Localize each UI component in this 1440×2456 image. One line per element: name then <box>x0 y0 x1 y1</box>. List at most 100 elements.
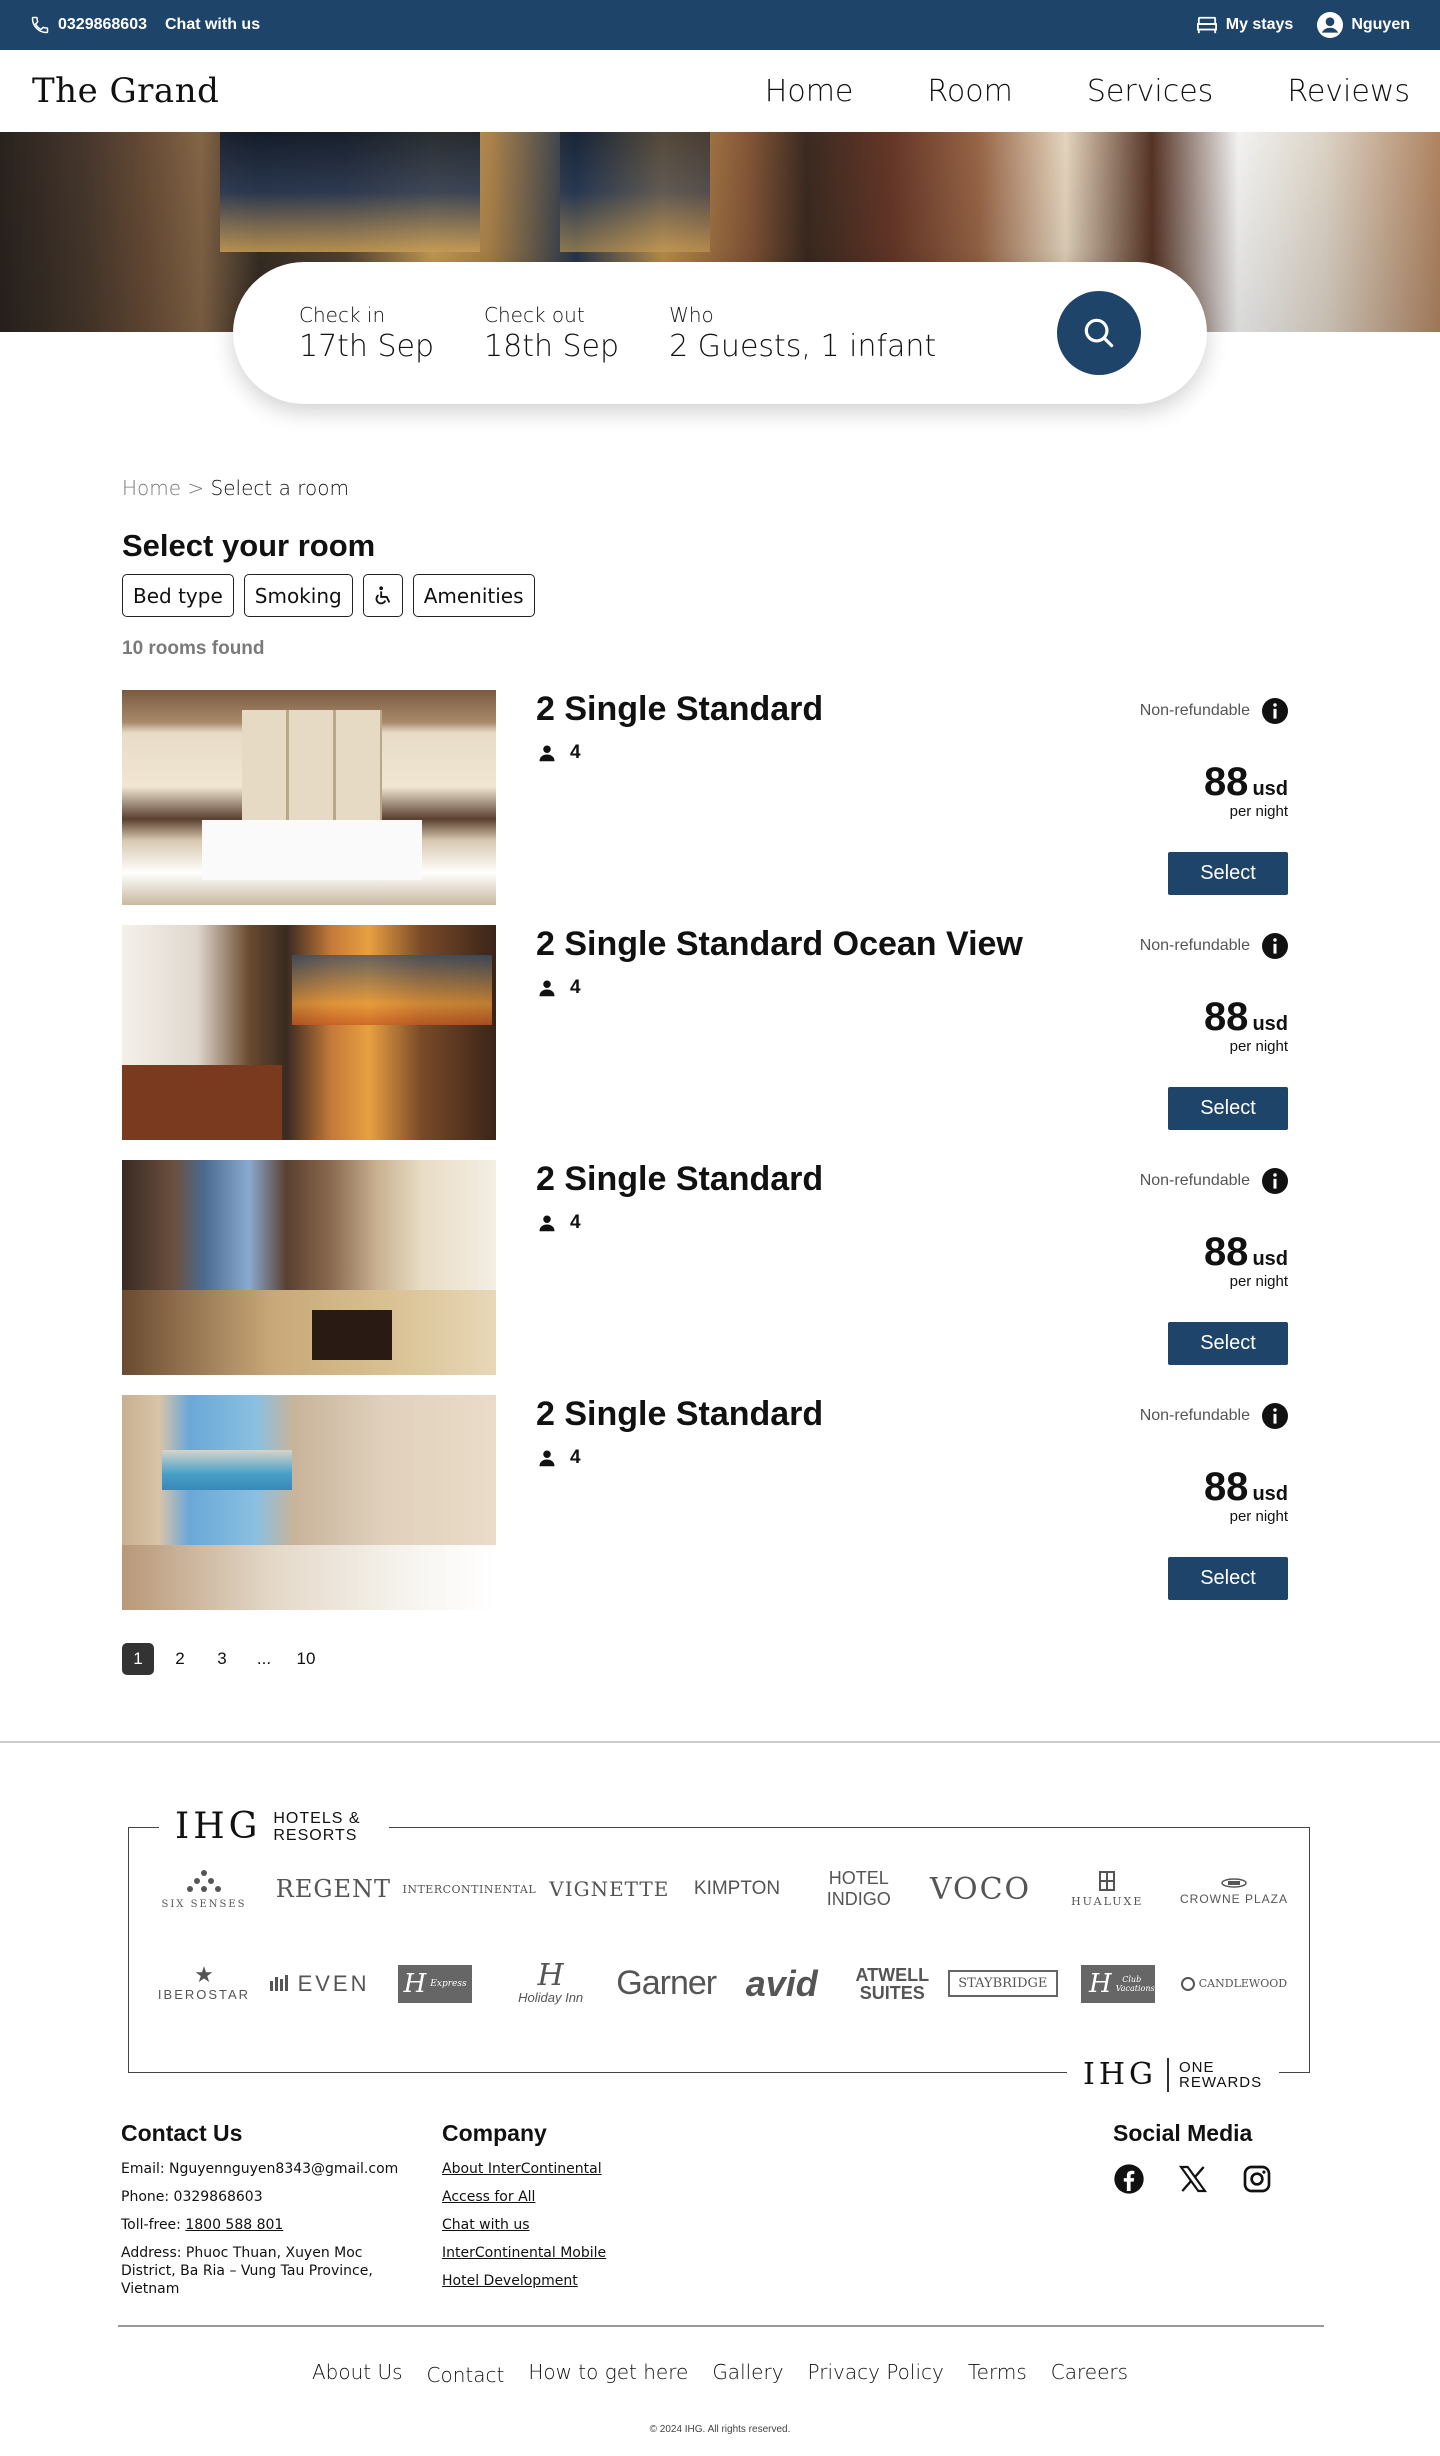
footer-contact-link[interactable]: Contact <box>427 2363 505 2387</box>
page-3[interactable]: 3 <box>206 1643 238 1675</box>
footer-gallery-link[interactable]: Gallery <box>712 2360 783 2387</box>
room-name[interactable]: 2 Single Standard Ocean View <box>536 925 1023 964</box>
company-link[interactable]: InterContinental Mobile <box>442 2239 606 2267</box>
filter-amenities[interactable]: Amenities <box>412 574 535 617</box>
brand-holiday-inn-express[interactable]: H Express <box>380 1964 490 2003</box>
brand-label: CANDLEWOOD <box>1198 1977 1288 1990</box>
brand-label: Club Vacations <box>1115 1974 1155 1993</box>
room-image[interactable] <box>122 925 496 1140</box>
refund-policy-label: Non-refundable <box>1139 1172 1250 1189</box>
company-link[interactable]: Hotel Development <box>442 2267 606 2295</box>
footer-directions-link[interactable]: How to get here <box>528 2360 688 2387</box>
refund-policy-label: Non-refundable <box>1139 1407 1250 1424</box>
brand-hualuxe[interactable]: HUALUXE <box>1052 1870 1162 1908</box>
brand-label: CROWNE PLAZA <box>1179 1891 1288 1906</box>
main-nav: The Grand Home Room Services Reviews <box>0 50 1440 132</box>
info-icon[interactable] <box>1262 1403 1288 1429</box>
room-guests: 4 <box>538 977 581 999</box>
brand-atwell-suites[interactable]: ATWELL SUITES <box>842 1966 942 2002</box>
page-1[interactable]: 1 <box>122 1643 154 1675</box>
select-room-button[interactable]: Select <box>1168 1557 1288 1600</box>
info-icon[interactable] <box>1262 933 1288 959</box>
brand-kimpton[interactable]: KIMPTON <box>682 1878 792 1900</box>
room-name[interactable]: 2 Single Standard <box>536 1395 823 1434</box>
brand-iberostar[interactable]: ★ IBEROSTAR <box>149 1965 259 2003</box>
site-logo[interactable]: The Grand <box>32 71 219 111</box>
one-rewards-icon <box>1167 2057 1169 2092</box>
breadcrumb-current: Select a room <box>210 476 349 500</box>
check-out-field[interactable]: Check out 18th Sep <box>484 303 619 364</box>
room-policy: Non-refundable <box>1140 933 1288 959</box>
footer-about-link[interactable]: About Us <box>312 2360 403 2387</box>
instagram-icon[interactable] <box>1241 2163 1273 2195</box>
info-icon[interactable] <box>1262 698 1288 724</box>
room-price: 88 usd per night <box>1204 760 1288 820</box>
phone-icon <box>31 16 49 34</box>
chat-link[interactable]: Chat with us <box>165 16 260 34</box>
select-room-button[interactable]: Select <box>1168 852 1288 895</box>
filter-accessible[interactable] <box>362 574 403 617</box>
company-link[interactable]: Chat with us <box>442 2211 606 2239</box>
brand-voco[interactable]: VOCO <box>926 1872 1036 1907</box>
brand-even[interactable]: EVEN <box>265 1971 375 1997</box>
nav-home[interactable]: Home <box>765 74 854 109</box>
brand-vignette[interactable]: VIGNETTE <box>549 1877 668 1901</box>
one-rewards-text: ONE REWARDS <box>1179 2058 1263 2091</box>
room-image[interactable] <box>122 1160 496 1375</box>
room-name[interactable]: 2 Single Standard <box>536 1160 823 1199</box>
copyright: © 2024 IHG. All rights reserved. <box>649 2424 791 2435</box>
brand-staybridge[interactable]: STAYBRIDGE <box>947 1970 1058 1997</box>
contact-section: Contact Us Email: Nguyennguyen8343@gmail… <box>121 2120 398 2298</box>
room-image[interactable] <box>122 690 496 905</box>
six-senses-icon <box>187 1869 221 1892</box>
footer-careers-link[interactable]: Careers <box>1051 2360 1128 2387</box>
phone-contact[interactable]: 0329868603 <box>30 15 147 35</box>
my-stays-link[interactable]: My stays <box>1196 15 1293 35</box>
check-in-field[interactable]: Check in 17th Sep <box>299 303 434 364</box>
filter-smoking[interactable]: Smoking <box>243 574 353 617</box>
select-room-button[interactable]: Select <box>1168 1087 1288 1130</box>
brand-avid[interactable]: avid <box>727 1963 837 2005</box>
room-name[interactable]: 2 Single Standard <box>536 690 823 729</box>
footer-terms-link[interactable]: Terms <box>968 2360 1027 2387</box>
room-image[interactable] <box>122 1395 496 1610</box>
brand-label: IBEROSTAR <box>157 1987 251 2002</box>
brand-regent[interactable]: REGENT <box>276 1875 390 1903</box>
brand-hotel-indigo[interactable]: HOTEL INDIGO <box>809 1868 909 1910</box>
room-guest-count: 4 <box>570 977 581 998</box>
x-twitter-icon[interactable] <box>1177 2163 1209 2195</box>
brand-garner[interactable]: Garner <box>611 1964 721 2003</box>
room-price: 88 usd per night <box>1204 995 1288 1055</box>
facebook-icon[interactable] <box>1113 2163 1145 2195</box>
brand-holiday-inn-club[interactable]: H Club Vacations <box>1063 1964 1173 2003</box>
select-room-button[interactable]: Select <box>1168 1322 1288 1365</box>
guests-field[interactable]: Who 2 Guests, 1 infant <box>669 303 936 364</box>
breadcrumb-home[interactable]: Home <box>122 476 181 500</box>
brand-candlewood[interactable]: CANDLEWOOD <box>1179 1976 1289 1991</box>
brand-six-senses[interactable]: SIX SENSES <box>149 1869 259 1910</box>
price-currency: usd <box>1252 1248 1288 1270</box>
brand-intercontinental[interactable]: INTERCONTINENTAL <box>403 1883 536 1896</box>
company-link[interactable]: Access for All <box>442 2183 606 2211</box>
nav-room[interactable]: Room <box>927 74 1012 109</box>
hotels-resorts-text: HOTELS & RESORTS <box>273 1809 361 1844</box>
search-button[interactable] <box>1057 291 1141 375</box>
info-icon[interactable] <box>1262 1168 1288 1194</box>
footer-privacy-link[interactable]: Privacy Policy <box>808 2360 944 2387</box>
brand-crowne-plaza[interactable]: CROWNE PLAZA <box>1179 1873 1289 1906</box>
room-card: 2 Single Standard 4 Non-refundable 88 usd… <box>122 690 1288 905</box>
ihg-hotels-logo: IHG HOTELS & RESORTS <box>159 1806 390 1847</box>
nav-services[interactable]: Services <box>1087 74 1214 109</box>
page-2[interactable]: 2 <box>164 1643 196 1675</box>
brand-holiday-inn[interactable]: H Holiday Inn <box>496 1958 606 2006</box>
tollfree-number[interactable]: 1800 588 801 <box>185 2217 283 2233</box>
page-title: Select your room <box>122 528 376 563</box>
company-link[interactable]: About InterContinental <box>442 2155 606 2183</box>
nav-reviews[interactable]: Reviews <box>1287 74 1410 109</box>
user-menu[interactable]: Nguyen <box>1317 12 1410 38</box>
holiday-inn-h-icon: H <box>537 1958 564 1993</box>
page-10[interactable]: 10 <box>290 1643 322 1675</box>
candlewood-icon <box>1180 1976 1195 1991</box>
contact-title: Contact Us <box>121 2120 243 2146</box>
filter-bed-type[interactable]: Bed type <box>122 574 234 617</box>
